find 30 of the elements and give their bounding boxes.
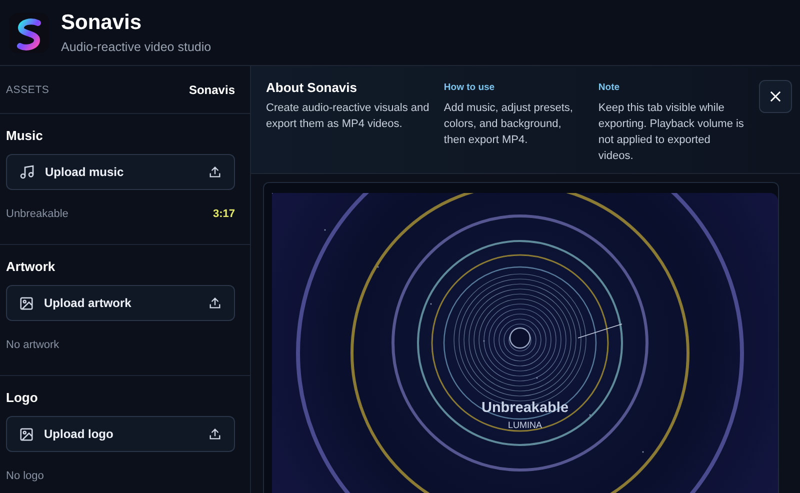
file-status: No artwork (6, 339, 60, 351)
column-heading: How to use (444, 82, 496, 93)
file-status: No logo (6, 470, 44, 482)
about-text: Create audio-reactive visuals and export them as MP4 videos. (266, 101, 430, 132)
app-subtitle: Audio-reactive video studio (61, 40, 212, 54)
file-status: Unbreakable (6, 208, 68, 220)
about-title: About Sonavis (266, 80, 358, 95)
column-text: Keep this tab visible while exporting. Playback volume is not applied to exported videos. (598, 101, 745, 164)
section-title: Logo (6, 390, 39, 405)
close-icon (770, 91, 781, 102)
app-title: Sonavis (61, 11, 143, 35)
upload-icon (208, 296, 222, 310)
section-title: Artwork (6, 259, 56, 274)
upload-button[interactable]: Upload artwork (6, 285, 235, 321)
upload-button[interactable]: Upload music (6, 154, 235, 190)
track-artist: LUMINA (508, 420, 542, 430)
upload-icon (208, 427, 222, 441)
image-icon (19, 296, 34, 310)
upload-icon (208, 165, 222, 179)
section-title: Music (6, 128, 44, 143)
track-duration: 3:17 (212, 208, 235, 220)
upload-button[interactable]: Upload logo (6, 416, 235, 452)
column-heading: Note (598, 82, 621, 93)
column-text: Add music, adjust presets, colors, and background, then export MP4. (444, 101, 574, 148)
track-title: Unbreakable (481, 400, 569, 416)
section-heading: ASSETS (6, 84, 50, 96)
project-name: Sonavis (188, 82, 235, 96)
music-note-icon (19, 164, 35, 180)
close-button[interactable] (758, 80, 792, 113)
image-icon (19, 426, 34, 442)
